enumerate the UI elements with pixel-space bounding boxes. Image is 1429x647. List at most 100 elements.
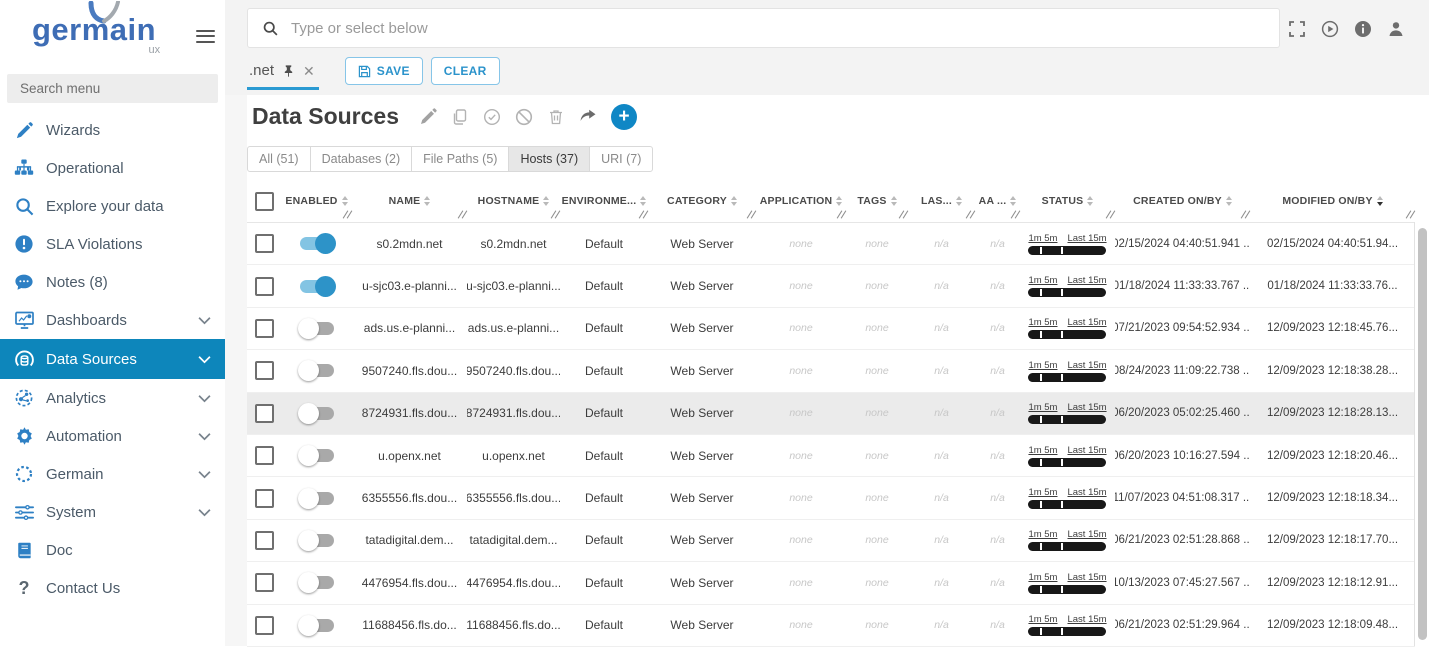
column-header[interactable]: MODIFIED ON/BY xyxy=(1250,180,1415,222)
sort-icon[interactable] xyxy=(424,196,430,206)
row-checkbox[interactable] xyxy=(255,361,274,380)
add-button[interactable]: + xyxy=(611,104,637,130)
play-icon[interactable] xyxy=(1321,20,1339,38)
sidebar-item-system[interactable]: System xyxy=(0,493,225,531)
status-last15-link[interactable]: Last 15m xyxy=(1067,233,1106,244)
sidebar-item-sla[interactable]: SLA Violations xyxy=(0,225,225,263)
table-row[interactable]: u-sjc03.e-planni...u-sjc03.e-planni...De… xyxy=(247,265,1415,307)
column-header[interactable]: NAME xyxy=(352,180,467,222)
column-header[interactable]: HOSTNAME xyxy=(467,180,560,222)
status-last15-link[interactable]: Last 15m xyxy=(1067,275,1106,286)
column-resize-handle[interactable] xyxy=(898,210,907,219)
column-resize-handle[interactable] xyxy=(746,210,755,219)
column-resize-handle[interactable] xyxy=(1010,210,1019,219)
sort-icon[interactable] xyxy=(891,196,897,206)
clear-button[interactable]: CLEAR xyxy=(431,57,500,85)
filter-chip[interactable]: .net ✕ xyxy=(247,57,319,90)
status-range-link[interactable]: 1m 5m xyxy=(1028,360,1057,371)
column-resize-handle[interactable] xyxy=(342,210,351,219)
sort-icon[interactable] xyxy=(1087,196,1093,206)
column-resize-handle[interactable] xyxy=(1105,210,1114,219)
column-header[interactable]: LAS... xyxy=(908,180,975,222)
status-last15-link[interactable]: Last 15m xyxy=(1067,529,1106,540)
tab-1[interactable]: Databases (2) xyxy=(310,146,413,172)
block-icon[interactable] xyxy=(515,108,533,126)
enabled-toggle[interactable] xyxy=(300,576,334,589)
column-header[interactable]: ENABLED xyxy=(281,180,352,222)
fullscreen-icon[interactable] xyxy=(1288,20,1306,38)
column-resize-handle[interactable] xyxy=(1405,210,1414,219)
user-icon[interactable] xyxy=(1387,20,1405,38)
sort-icon[interactable] xyxy=(956,196,962,206)
status-range-link[interactable]: 1m 5m xyxy=(1028,614,1057,625)
sort-icon[interactable] xyxy=(1377,196,1383,206)
row-checkbox[interactable] xyxy=(255,319,274,338)
enabled-toggle[interactable] xyxy=(300,492,334,505)
sort-icon[interactable] xyxy=(1226,196,1232,206)
sidebar-item-germain[interactable]: Germain xyxy=(0,455,225,493)
row-checkbox[interactable] xyxy=(255,277,274,296)
copy-icon[interactable] xyxy=(451,108,469,126)
global-search-input[interactable]: Type or select below xyxy=(247,8,1280,48)
app-logo[interactable]: germain ux xyxy=(32,14,156,45)
tab-3[interactable]: Hosts (37) xyxy=(508,146,590,172)
enabled-toggle[interactable] xyxy=(300,322,334,335)
column-resize-handle[interactable] xyxy=(550,210,559,219)
sidebar-item-notes[interactable]: Notes (8) xyxy=(0,263,225,301)
edit-icon[interactable] xyxy=(419,108,437,126)
column-resize-handle[interactable] xyxy=(638,210,647,219)
column-resize-handle[interactable] xyxy=(457,210,466,219)
trash-icon[interactable] xyxy=(547,108,565,126)
status-range-link[interactable]: 1m 5m xyxy=(1028,529,1057,540)
sort-icon[interactable] xyxy=(1010,196,1016,206)
select-all-checkbox[interactable] xyxy=(255,192,274,211)
column-header[interactable]: STATUS xyxy=(1020,180,1115,222)
column-header[interactable]: AA ... xyxy=(975,180,1020,222)
menu-toggle-icon[interactable] xyxy=(196,26,215,46)
sidebar-item-doc[interactable]: Doc xyxy=(0,531,225,569)
enabled-toggle[interactable] xyxy=(300,364,334,377)
row-checkbox[interactable] xyxy=(255,489,274,508)
sidebar-search-input[interactable]: Search menu xyxy=(7,74,218,103)
enabled-toggle[interactable] xyxy=(300,449,334,462)
sort-icon[interactable] xyxy=(640,196,646,206)
status-last15-link[interactable]: Last 15m xyxy=(1067,402,1106,413)
sidebar-item-contact[interactable]: ?Contact Us xyxy=(0,569,225,607)
close-icon[interactable]: ✕ xyxy=(303,64,315,78)
table-row[interactable]: 4476954.fls.dou...4476954.fls.dou...Defa… xyxy=(247,562,1415,604)
enabled-toggle[interactable] xyxy=(300,407,334,420)
sort-icon[interactable] xyxy=(543,196,549,206)
column-resize-handle[interactable] xyxy=(1240,210,1249,219)
scrollbar-thumb[interactable] xyxy=(1418,228,1427,640)
tab-0[interactable]: All (51) xyxy=(247,146,311,172)
column-header[interactable]: APPLICATION xyxy=(756,180,846,222)
pin-icon[interactable] xyxy=(282,64,295,78)
status-range-link[interactable]: 1m 5m xyxy=(1028,445,1057,456)
row-checkbox[interactable] xyxy=(255,616,274,635)
table-row[interactable]: tatadigital.dem...tatadigital.dem...Defa… xyxy=(247,520,1415,562)
sidebar-item-explore[interactable]: Explore your data xyxy=(0,187,225,225)
table-row[interactable]: u.openx.netu.openx.netDefaultWeb Servern… xyxy=(247,435,1415,477)
tab-4[interactable]: URI (7) xyxy=(589,146,653,172)
status-range-link[interactable]: 1m 5m xyxy=(1028,572,1057,583)
sort-icon[interactable] xyxy=(342,196,348,206)
status-range-link[interactable]: 1m 5m xyxy=(1028,233,1057,244)
status-range-link[interactable]: 1m 5m xyxy=(1028,317,1057,328)
info-icon[interactable] xyxy=(1354,20,1372,38)
table-row[interactable]: 8724931.fls.dou...8724931.fls.dou...Defa… xyxy=(247,393,1415,435)
status-last15-link[interactable]: Last 15m xyxy=(1067,614,1106,625)
status-range-link[interactable]: 1m 5m xyxy=(1028,402,1057,413)
column-header[interactable]: CREATED ON/BY xyxy=(1115,180,1250,222)
table-row[interactable]: 9507240.fls.dou...9507240.fls.dou...Defa… xyxy=(247,350,1415,392)
row-checkbox[interactable] xyxy=(255,234,274,253)
enabled-toggle[interactable] xyxy=(300,619,334,632)
status-last15-link[interactable]: Last 15m xyxy=(1067,317,1106,328)
enabled-toggle[interactable] xyxy=(300,534,334,547)
row-checkbox[interactable] xyxy=(255,531,274,550)
sidebar-item-analytics[interactable]: Analytics xyxy=(0,379,225,417)
save-button[interactable]: SAVE xyxy=(345,57,423,85)
sort-icon[interactable] xyxy=(731,196,737,206)
scrollbar-track[interactable] xyxy=(1414,222,1429,646)
row-checkbox[interactable] xyxy=(255,446,274,465)
column-header[interactable]: TAGS xyxy=(846,180,908,222)
